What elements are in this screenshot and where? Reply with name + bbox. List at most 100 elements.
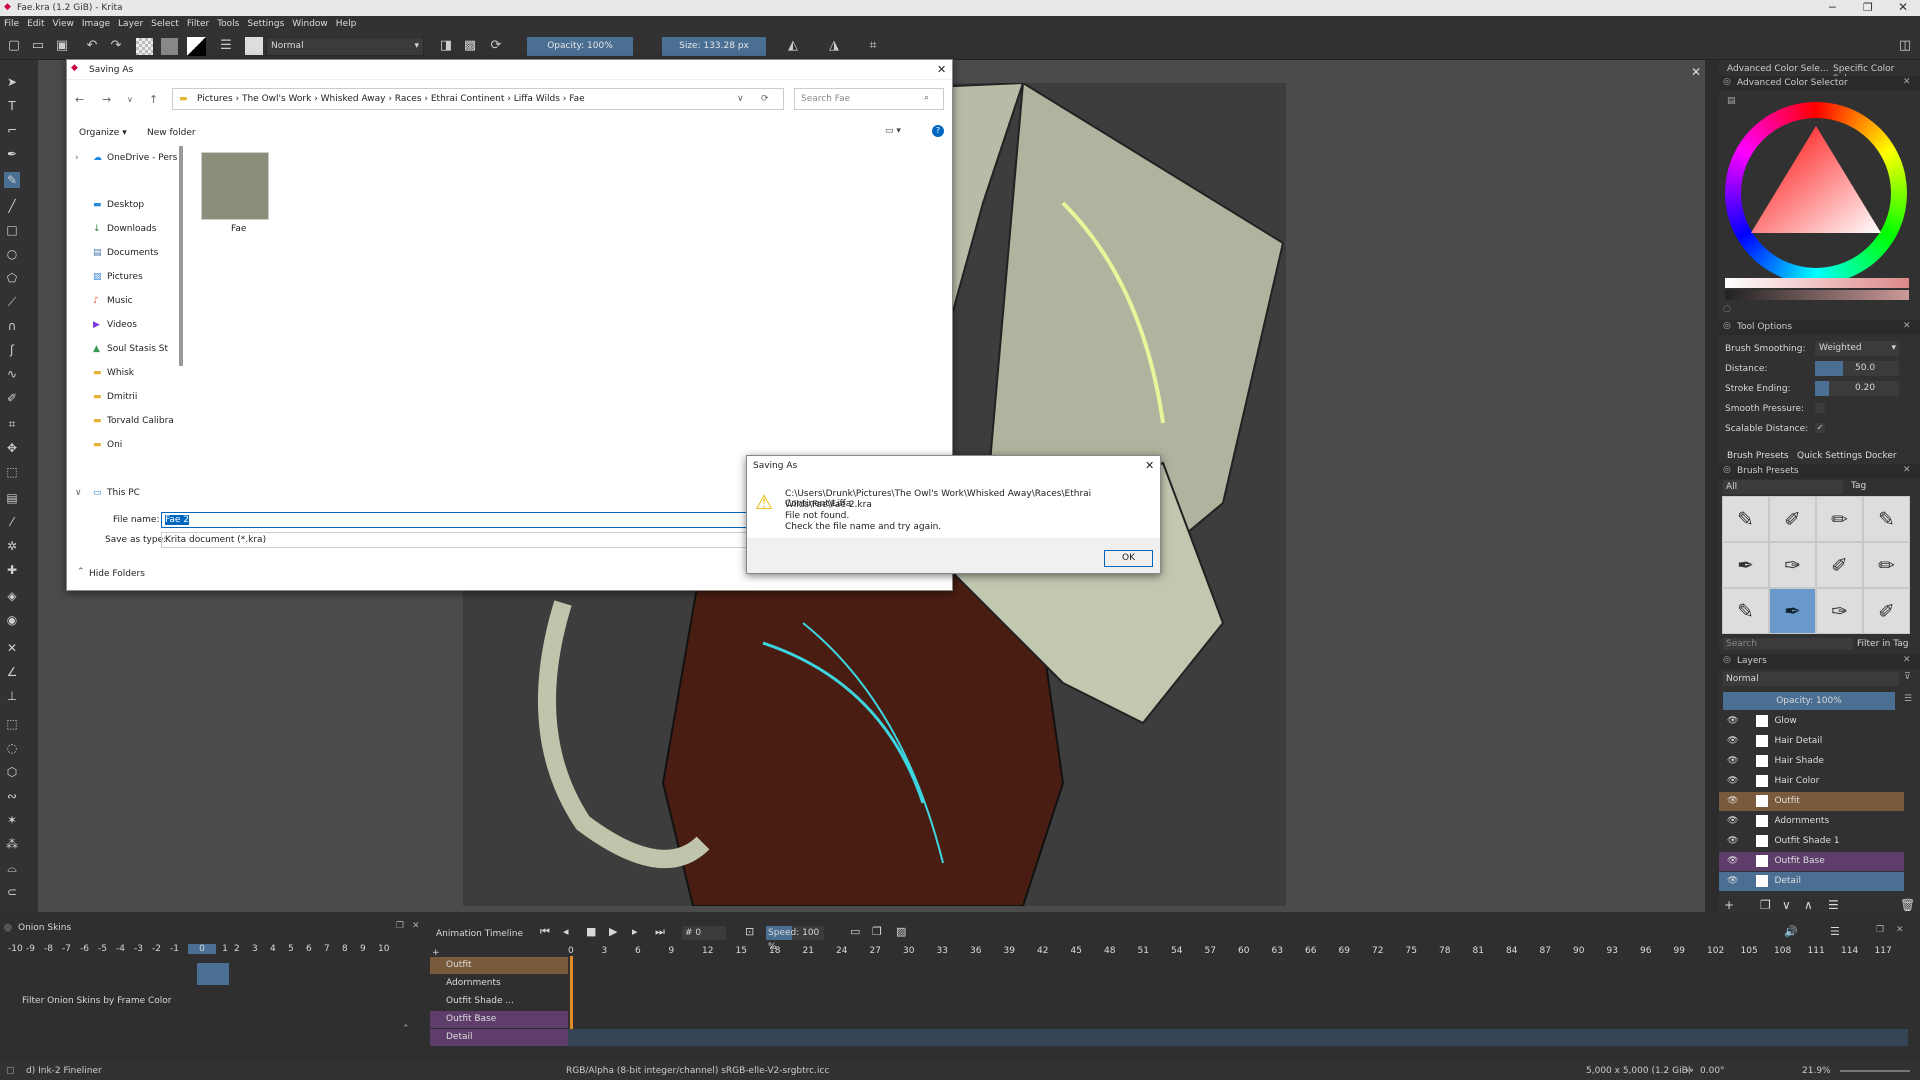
nav-desktop[interactable]: Desktop (107, 200, 144, 210)
play-icon[interactable]: ▶ (609, 925, 617, 938)
collapse-icon[interactable]: ∨ (75, 488, 82, 498)
last-frame-icon[interactable]: ⏭ (655, 925, 665, 939)
visibility-icon[interactable]: 👁 (1727, 836, 1738, 846)
text-tool-icon[interactable]: T (4, 98, 20, 114)
polygon-select-icon[interactable]: ⬡ (4, 764, 20, 780)
rect-select-icon[interactable]: ⬚ (4, 716, 20, 732)
onion-number[interactable]: 3 (252, 944, 270, 954)
color-wheel[interactable] (1725, 102, 1907, 284)
nav-downloads[interactable]: Downloads (107, 224, 156, 234)
layer-row[interactable]: 👁 Outfit Shade 1 (1719, 832, 1904, 851)
minimize-icon[interactable]: ─ (1829, 1, 1836, 14)
crop-tool-icon[interactable]: ⌗ (4, 416, 20, 432)
gradient-tool-icon[interactable]: ▤ (4, 490, 20, 506)
speed-slider[interactable]: Speed: 100 % (766, 926, 824, 952)
close-icon[interactable]: ✕ (1903, 655, 1911, 665)
move-up-icon[interactable]: ∧ (1804, 898, 1813, 912)
visibility-icon[interactable]: 👁 (1727, 716, 1738, 726)
onion-number[interactable]: -2 (152, 944, 170, 954)
filter-icon[interactable]: ⊽ (1904, 672, 1911, 682)
onion-number[interactable]: 6 (306, 944, 324, 954)
visibility-icon[interactable]: 👁 (1727, 736, 1738, 746)
preserve-alpha-icon[interactable]: ▩ (462, 38, 478, 54)
color-strip-1[interactable] (1725, 278, 1909, 288)
edit-shapes-icon[interactable]: ⌐ (4, 122, 20, 138)
new-document-icon[interactable]: ▢ (6, 38, 22, 54)
fill-tool-icon[interactable]: ◈ (4, 588, 20, 604)
nav-this-pc[interactable]: This PC (107, 488, 140, 498)
status-rotation[interactable]: 0.00° (1700, 1062, 1725, 1080)
crop-icon[interactable]: ⌗ (865, 38, 881, 54)
chevron-up-icon[interactable]: ⌃ (402, 1024, 410, 1034)
lock-icon[interactable]: ◎ (1723, 77, 1731, 87)
onion-number-current[interactable]: 0 (188, 944, 216, 954)
fill-pattern-icon[interactable] (136, 38, 153, 55)
close-icon[interactable]: ✕ (1898, 0, 1908, 14)
audio-icon[interactable]: 🔊 (1784, 925, 1798, 938)
back-icon[interactable]: ← (75, 93, 84, 106)
onion-number[interactable]: -9 (26, 944, 44, 954)
nav-pictures[interactable]: Pictures (107, 272, 143, 282)
calligraphy-icon[interactable]: ✒ (4, 146, 20, 162)
hide-folders-button[interactable]: Hide Folders (89, 569, 145, 579)
breadcrumb-owls-work[interactable]: The Owl's Work (242, 94, 311, 104)
onion-number[interactable]: 1 (216, 944, 234, 954)
distance-slider[interactable]: 50.0 (1815, 361, 1899, 376)
up-icon[interactable]: ↑ (149, 93, 158, 106)
nav-whisk[interactable]: Whisk (107, 368, 134, 378)
brush-preset-thumbnail[interactable]: ✏ (1817, 497, 1862, 541)
eraser-icon[interactable]: ◨ (438, 38, 454, 54)
measure-tool-icon[interactable]: ∠ (4, 664, 20, 680)
new-folder-button[interactable]: New folder (147, 128, 196, 138)
menu-filter[interactable]: Filter (183, 16, 213, 32)
close-icon[interactable]: ✕ (1903, 465, 1911, 475)
breadcrumb-ethrai[interactable]: Ethrai Continent (431, 94, 505, 104)
brush-settings-icon[interactable]: ☰ (218, 38, 234, 54)
nav-torvald[interactable]: Torvald Calibra (107, 416, 174, 426)
freehand-select-icon[interactable]: ∾ (4, 788, 20, 804)
close-icon[interactable]: ✕ (937, 63, 946, 76)
menu-window[interactable]: Window (288, 16, 332, 32)
preset-search-input[interactable]: Search (1723, 638, 1853, 650)
float-icon[interactable]: ❐ (1876, 925, 1884, 935)
dynamic-brush-icon[interactable]: ∿ (4, 366, 20, 382)
layer-row[interactable]: 👁 Outfit Base (1719, 852, 1904, 871)
file-item-label[interactable]: Fae (231, 224, 246, 234)
close-icon[interactable]: ✕ (1903, 77, 1911, 87)
frame-input[interactable]: # 0 (682, 926, 726, 940)
close-icon[interactable]: ✕ (412, 921, 420, 931)
layer-row[interactable]: 👁 Outfit (1719, 792, 1904, 811)
close-icon[interactable]: ✕ (1145, 459, 1154, 472)
menu-settings[interactable]: Settings (243, 16, 288, 32)
brush-preset-thumbnail[interactable]: ✐ (1817, 543, 1862, 587)
select-shapes-icon[interactable]: ➤ (4, 74, 20, 90)
layer-row[interactable]: 👁 Adornments (1719, 812, 1904, 831)
breadcrumb-fae[interactable]: Fae (569, 94, 584, 104)
color-strip-2[interactable] (1725, 290, 1909, 300)
onion-number[interactable]: 7 (324, 944, 342, 954)
prev-frame-icon[interactable]: ◂ (563, 925, 569, 938)
brush-preset-thumbnail[interactable]: ✐ (1770, 497, 1815, 541)
duplicate-keyframe-icon[interactable]: ❐ (872, 925, 882, 938)
timeline-track-selected[interactable] (568, 1029, 1908, 1046)
brush-preset-thumbnail[interactable]: ✏ (1864, 543, 1909, 587)
redo-icon[interactable]: ↷ (108, 38, 124, 54)
tab-quick-settings[interactable]: Quick Settings Docker (1797, 451, 1897, 461)
onion-number[interactable]: 8 (342, 944, 360, 954)
onion-number[interactable]: -6 (80, 944, 98, 954)
filter-onion-checkbox[interactable]: Filter Onion Skins by Frame Color (22, 996, 172, 1006)
multibrush-icon[interactable]: ✐ (4, 390, 20, 406)
onion-number[interactable]: 2 (234, 944, 252, 954)
ellipse-tool-icon[interactable]: ○ (4, 246, 20, 262)
nav-music[interactable]: Music (107, 296, 133, 306)
tab-advanced-color[interactable]: Advanced Color Sele... (1727, 64, 1829, 74)
freehand-brush-icon[interactable]: ✎ (4, 172, 20, 188)
organize-button[interactable]: Organize ▾ (79, 128, 127, 138)
lock-icon[interactable]: ◎ (1723, 655, 1731, 665)
lock-icon[interactable]: ◎ (1723, 321, 1731, 331)
breadcrumb-liffa-wilds[interactable]: Liffa Wilds (514, 94, 560, 104)
smart-patch-icon[interactable]: ✚ (4, 562, 20, 578)
chevron-down-icon[interactable]: ∨ (737, 89, 744, 109)
visibility-icon[interactable]: 👁 (1727, 856, 1738, 866)
layer-row[interactable]: 👁 Hair Shade (1719, 752, 1904, 771)
